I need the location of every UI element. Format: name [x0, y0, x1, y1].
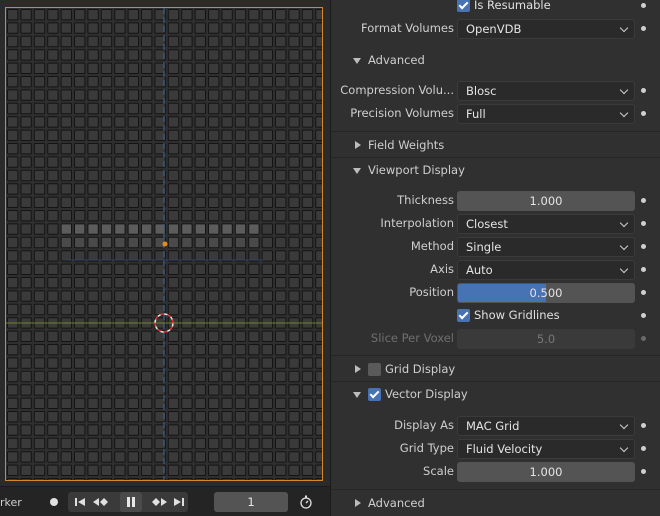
position-row: Position 0.500	[331, 282, 660, 304]
keyframe-dot[interactable]	[641, 26, 646, 31]
display-as-row: Display As MAC Grid	[331, 415, 660, 437]
collapse-arrow-icon	[355, 141, 361, 149]
pause-icon[interactable]	[120, 492, 142, 512]
interpolation-dropdown[interactable]: Closest	[457, 214, 635, 234]
divider	[331, 381, 660, 382]
position-slider[interactable]: 0.500	[457, 283, 635, 303]
compression-volumes-dropdown[interactable]: Blosc	[457, 81, 635, 101]
keyframe-dot[interactable]	[641, 111, 646, 116]
scale-row: Scale 1.000	[331, 461, 660, 483]
jump-to-keyframe-icon[interactable]	[90, 492, 110, 512]
position-label: Position	[409, 285, 454, 299]
precision-volumes-row: Precision Volumes Full	[331, 103, 660, 125]
record-keyframe-icon[interactable]	[46, 492, 62, 512]
keyframe-dot[interactable]	[641, 88, 646, 93]
vector-display-section-title: Vector Display	[385, 387, 468, 401]
display-as-label: Display As	[394, 418, 454, 432]
format-volumes-dropdown[interactable]: OpenVDB	[457, 19, 635, 39]
show-gridlines-checkbox[interactable]	[457, 309, 470, 322]
is-resumable-label: Is Resumable	[474, 0, 551, 12]
axis-label: Axis	[430, 262, 454, 276]
divider	[331, 489, 660, 490]
expand-arrow-icon	[353, 58, 361, 64]
expand-arrow-icon	[353, 168, 361, 174]
field-weights-section-title: Field Weights	[368, 138, 445, 152]
precision-volumes-label: Precision Volumes	[350, 106, 454, 120]
is-resumable-checkbox[interactable]	[457, 0, 470, 12]
axis-dropdown[interactable]: Auto	[457, 260, 635, 280]
keyframe-dot[interactable]	[641, 446, 646, 451]
slice-per-voxel-row: Slice Per Voxel 5.0	[331, 328, 660, 350]
jump-to-start-icon[interactable]	[72, 492, 88, 512]
3d-viewport[interactable]: rker 1	[0, 0, 330, 516]
grid-display-checkbox[interactable]	[368, 363, 381, 376]
slice-per-voxel-field: 5.0	[457, 329, 635, 349]
viewport-display-section-title: Viewport Display	[368, 163, 465, 177]
keyframe-dot	[641, 336, 646, 341]
interpolation-label: Interpolation	[380, 216, 454, 230]
advanced-section-title: Advanced	[368, 53, 425, 67]
vector-display-section-header[interactable]: Vector Display	[331, 383, 660, 407]
properties-panel: Is Resumable Format Volumes OpenVDB Adva…	[330, 0, 660, 516]
display-as-dropdown[interactable]: MAC Grid	[457, 416, 635, 436]
format-volumes-row: Format Volumes OpenVDB	[331, 18, 660, 40]
collapse-arrow-icon	[355, 499, 361, 507]
expand-arrow-icon	[353, 392, 361, 398]
compression-volumes-row: Compression Volu... Blosc	[331, 80, 660, 102]
slice-per-voxel-label: Slice Per Voxel	[370, 331, 454, 345]
format-volumes-label: Format Volumes	[361, 21, 454, 35]
scale-field[interactable]: 1.000	[457, 462, 635, 482]
show-gridlines-row: Show Gridlines	[331, 305, 660, 327]
vector-display-checkbox[interactable]	[368, 388, 381, 401]
stopwatch-icon[interactable]	[296, 492, 316, 512]
advanced-2-section-header[interactable]: Advanced	[331, 492, 660, 516]
keyframe-dot[interactable]	[641, 198, 646, 203]
precision-volumes-dropdown[interactable]: Full	[457, 104, 635, 124]
thickness-label: Thickness	[397, 193, 454, 207]
volume-grid-display	[6, 8, 322, 480]
keyframe-dot[interactable]	[641, 3, 646, 8]
method-dropdown[interactable]: Single	[457, 237, 635, 257]
field-weights-section-header[interactable]: Field Weights	[331, 134, 660, 158]
domain-object-outline[interactable]	[5, 7, 323, 481]
method-label: Method	[410, 239, 454, 253]
jump-to-end-icon[interactable]	[172, 492, 186, 512]
compression-volumes-label: Compression Volu...	[340, 83, 454, 97]
advanced-section-header[interactable]: Advanced	[331, 49, 660, 73]
jump-to-next-keyframe-icon[interactable]	[150, 492, 170, 512]
method-row: Method Single	[331, 236, 660, 258]
collapse-arrow-icon	[355, 365, 361, 373]
keyframe-dot[interactable]	[641, 221, 646, 226]
grid-display-section-header[interactable]: Grid Display	[331, 358, 660, 382]
grid-type-label: Grid Type	[399, 441, 454, 455]
timeline-header: rker 1	[0, 486, 330, 516]
marker-menu[interactable]: rker	[0, 492, 22, 512]
grid-type-row: Grid Type Fluid Velocity	[331, 438, 660, 460]
position-value: 0.500	[529, 286, 563, 300]
advanced-2-section-title: Advanced	[368, 496, 425, 510]
keyframe-dot[interactable]	[641, 313, 646, 318]
viewport-display-section-header[interactable]: Viewport Display	[331, 159, 660, 183]
keyframe-dot[interactable]	[641, 244, 646, 249]
axis-row: Axis Auto	[331, 259, 660, 281]
divider	[331, 355, 660, 356]
grid-display-section-title: Grid Display	[385, 362, 456, 376]
is-resumable-row: Is Resumable	[331, 0, 660, 17]
keyframe-dot[interactable]	[641, 290, 646, 295]
current-frame-field[interactable]: 1	[214, 492, 288, 512]
scale-label: Scale	[423, 464, 454, 478]
show-gridlines-label: Show Gridlines	[474, 308, 560, 322]
keyframe-dot[interactable]	[641, 267, 646, 272]
divider	[331, 131, 660, 132]
thickness-field[interactable]: 1.000	[457, 191, 635, 211]
grid-type-dropdown[interactable]: Fluid Velocity	[457, 439, 635, 459]
keyframe-dot[interactable]	[641, 423, 646, 428]
interpolation-row: Interpolation Closest	[331, 213, 660, 235]
thickness-row: Thickness 1.000	[331, 190, 660, 212]
divider	[331, 157, 660, 158]
keyframe-dot[interactable]	[641, 469, 646, 474]
